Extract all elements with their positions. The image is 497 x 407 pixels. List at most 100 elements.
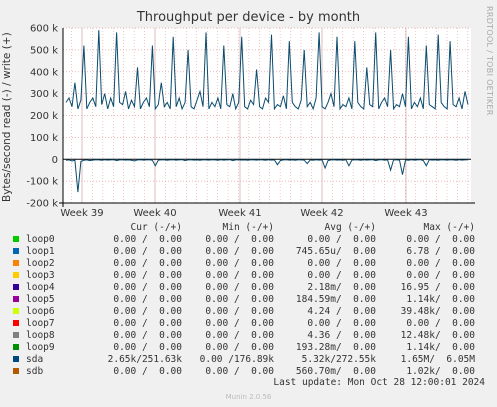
y-tick-label: 600 k bbox=[30, 24, 58, 35]
legend-cur: 0.00 / 0.00 bbox=[113, 342, 182, 353]
x-tick-label: Week 43 bbox=[384, 208, 427, 219]
legend-row-loop2: loop2 0.00 / 0.00 0.00 / 0.00 0.00 / 0.00 0.… bbox=[12, 258, 492, 270]
legend-name: loop6 bbox=[26, 306, 55, 317]
legend-row-loop3: loop3 0.00 / 0.00 0.00 / 0.00 0.00 / 0.00 0.… bbox=[12, 270, 492, 282]
legend-min: 0.00 /176.89k bbox=[199, 354, 274, 365]
legend-cur: 2.65k/251.63k bbox=[107, 354, 182, 365]
legend-name: loop4 bbox=[26, 282, 55, 293]
header-avg: Avg (-/+) bbox=[324, 222, 376, 233]
legend-min: 0.00 / 0.00 bbox=[205, 330, 274, 341]
legend-name: loop5 bbox=[26, 294, 55, 305]
legend-max: 0.00 / 0.00 bbox=[406, 270, 475, 281]
munin-credit: Munin 2.0.56 bbox=[225, 393, 272, 401]
header-cur: Cur (-/+) bbox=[130, 222, 182, 233]
legend-max: 1.14k/ 0.00 bbox=[406, 342, 475, 353]
legend-swatch bbox=[13, 332, 19, 338]
legend-name: loop0 bbox=[26, 234, 55, 245]
legend-name: loop7 bbox=[26, 318, 55, 329]
y-tick-label: 400 k bbox=[30, 67, 58, 78]
last-update: Last update: Mon Oct 28 12:00:01 2024 bbox=[273, 377, 485, 388]
legend: Cur (-/+) Min (-/+) Avg (-/+) Max (-/+) … bbox=[12, 222, 492, 378]
legend-swatch bbox=[13, 236, 19, 242]
legend-max: 6.78 / 0.00 bbox=[406, 246, 475, 257]
legend-cur: 0.00 / 0.00 bbox=[113, 330, 182, 341]
legend-cur: 0.00 / 0.00 bbox=[113, 246, 182, 257]
y-tick-label: 500 k bbox=[30, 45, 58, 56]
legend-min: 0.00 / 0.00 bbox=[205, 270, 274, 281]
header-max: Max (-/+) bbox=[423, 222, 475, 233]
throughput-chart: 600 k 500 k 400 k 300 k 200 k 100 k 0 -100 k -20… bbox=[26, 24, 475, 219]
legend-avg: 5.32k/272.55k bbox=[301, 354, 376, 365]
legend-row-loop4: loop4 0.00 / 0.00 0.00 / 0.00 2.18m/ 0.00 16… bbox=[12, 282, 492, 294]
legend-swatch bbox=[13, 320, 19, 326]
header-min: Min (-/+) bbox=[222, 222, 274, 233]
legend-max: 0.00 / 0.00 bbox=[406, 234, 475, 245]
legend-avg: 193.28m/ 0.00 bbox=[295, 342, 376, 353]
x-tick-label: Week 40 bbox=[133, 208, 176, 219]
legend-swatch bbox=[13, 344, 19, 350]
legend-avg: 2.18m/ 0.00 bbox=[307, 282, 376, 293]
legend-max: 39.48k/ 0.00 bbox=[400, 306, 475, 317]
y-tick-label: 200 k bbox=[30, 111, 58, 122]
legend-avg: 184.59m/ 0.00 bbox=[295, 294, 376, 305]
legend-name: loop9 bbox=[26, 342, 55, 353]
legend-min: 0.00 / 0.00 bbox=[205, 282, 274, 293]
legend-cur: 0.00 / 0.00 bbox=[113, 306, 182, 317]
legend-max: 1.14k/ 0.00 bbox=[406, 294, 475, 305]
legend-swatch bbox=[13, 272, 19, 278]
legend-min: 0.00 / 0.00 bbox=[205, 366, 274, 377]
legend-avg: 0.00 / 0.00 bbox=[307, 270, 376, 281]
legend-cur: 0.00 / 0.00 bbox=[113, 270, 182, 281]
legend-avg: 0.00 / 0.00 bbox=[307, 258, 376, 269]
legend-avg: 0.00 / 0.00 bbox=[307, 234, 376, 245]
legend-swatch bbox=[13, 296, 19, 302]
legend-row-loop9: loop9 0.00 / 0.00 0.00 / 0.00 193.28m/ 0.00… bbox=[12, 342, 492, 354]
y-tick-label: -200 k bbox=[26, 199, 58, 210]
legend-name: sda bbox=[26, 354, 44, 365]
legend-name: loop2 bbox=[26, 258, 55, 269]
legend-swatch bbox=[13, 284, 19, 290]
y-tick-label: -100 k bbox=[26, 177, 58, 188]
legend-min: 0.00 / 0.00 bbox=[205, 246, 274, 257]
legend-name: loop3 bbox=[26, 270, 55, 281]
y-tick-label: 100 k bbox=[30, 133, 58, 144]
legend-swatch bbox=[13, 368, 19, 374]
legend-row-sda: sda 2.65k/251.63k 0.00 /176.89k 5.32k/272.5… bbox=[12, 354, 492, 366]
legend-min: 0.00 / 0.00 bbox=[205, 294, 274, 305]
legend-max: 0.00 / 0.00 bbox=[406, 318, 475, 329]
legend-min: 0.00 / 0.00 bbox=[205, 342, 274, 353]
legend-avg: 560.70m/ 0.00 bbox=[295, 366, 376, 377]
legend-min: 0.00 / 0.00 bbox=[205, 234, 274, 245]
legend-row-loop5: loop5 0.00 / 0.00 0.00 / 0.00 184.59m/ 0.00… bbox=[12, 294, 492, 306]
x-tick-label: Week 39 bbox=[60, 208, 103, 219]
legend-cur: 0.00 / 0.00 bbox=[113, 258, 182, 269]
legend-cur: 0.00 / 0.00 bbox=[113, 234, 182, 245]
legend-max: 1.65M/ 6.05M bbox=[400, 354, 475, 365]
legend-swatch bbox=[13, 248, 19, 254]
legend-avg: 4.24 / 0.00 bbox=[307, 306, 376, 317]
legend-avg: 745.65u/ 0.00 bbox=[295, 246, 376, 257]
legend-max: 1.02k/ 0.00 bbox=[406, 366, 475, 377]
legend-swatch bbox=[13, 308, 19, 314]
legend-max: 0.00 / 0.00 bbox=[406, 258, 475, 269]
legend-row-loop1: loop1 0.00 / 0.00 0.00 / 0.00 745.65u/ 0.00… bbox=[12, 246, 492, 258]
legend-row-loop7: loop7 0.00 / 0.00 0.00 / 0.00 0.00 / 0.00 0.… bbox=[12, 318, 492, 330]
legend-cur: 0.00 / 0.00 bbox=[113, 366, 182, 377]
legend-row-loop8: loop8 0.00 / 0.00 0.00 / 0.00 4.36 / 0.00 12… bbox=[12, 330, 492, 342]
legend-min: 0.00 / 0.00 bbox=[205, 306, 274, 317]
x-tick-label: Week 41 bbox=[218, 208, 261, 219]
legend-swatch bbox=[13, 260, 19, 266]
legend-avg: 0.00 / 0.00 bbox=[307, 318, 376, 329]
legend-header: Cur (-/+) Min (-/+) Avg (-/+) Max (-/+) bbox=[12, 222, 492, 234]
legend-name: sdb bbox=[26, 366, 44, 377]
legend-max: 12.48k/ 0.00 bbox=[400, 330, 475, 341]
y-tick-label: 0 bbox=[52, 155, 58, 166]
legend-name: loop8 bbox=[26, 330, 55, 341]
legend-cur: 0.00 / 0.00 bbox=[113, 282, 182, 293]
legend-row-loop6: loop6 0.00 / 0.00 0.00 / 0.00 4.24 / 0.00 39… bbox=[12, 306, 492, 318]
legend-name: loop1 bbox=[26, 246, 55, 257]
x-tick-label: Week 42 bbox=[300, 208, 343, 219]
legend-min: 0.00 / 0.00 bbox=[205, 258, 274, 269]
y-tick-label: 300 k bbox=[30, 89, 58, 100]
legend-avg: 4.36 / 0.00 bbox=[307, 330, 376, 341]
